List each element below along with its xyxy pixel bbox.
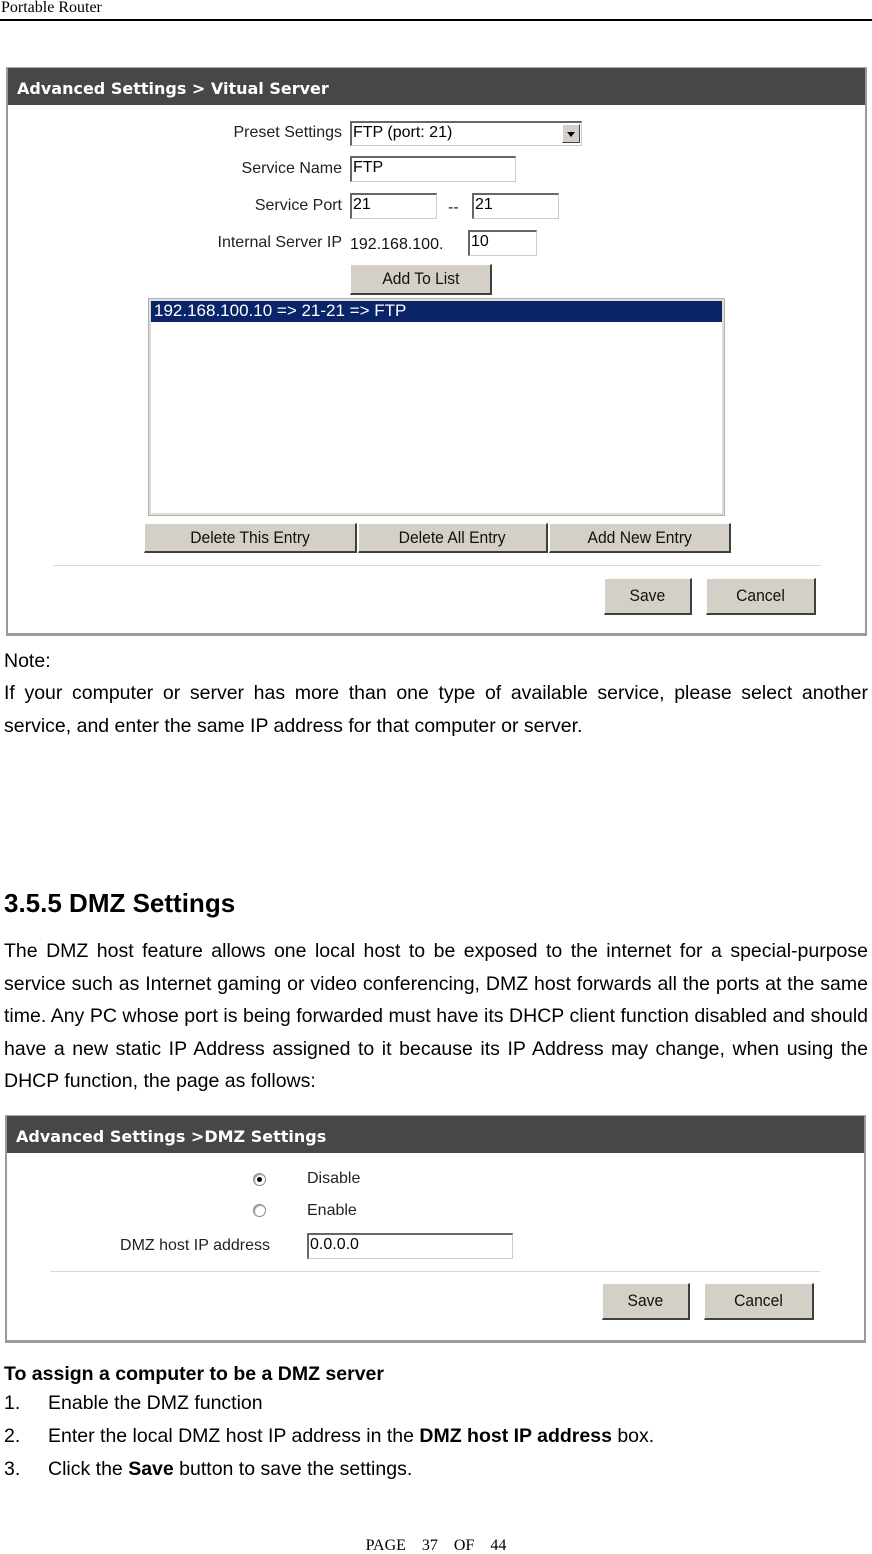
- ip-prefix: 192.168.100.: [350, 236, 444, 253]
- instruction-step: 1. Enable the DMZ function: [4, 1392, 263, 1414]
- internal-server-ip-label: Internal Server IP: [217, 234, 343, 251]
- instructions-title: To assign a computer to be a DMZ server: [4, 1363, 384, 1385]
- delete-this-entry-button[interactable]: Delete This Entry: [144, 523, 357, 553]
- service-port-end-input[interactable]: 21: [472, 193, 559, 219]
- section-paragraph: The DMZ host feature allows one local ho…: [4, 940, 868, 1092]
- page-footer: PAGE 37 OF 44: [365, 1537, 507, 1554]
- service-name-input[interactable]: FTP: [350, 156, 516, 182]
- virtual-server-list[interactable]: 192.168.100.10 => 21-21 => FTP: [148, 298, 725, 516]
- port-range-separator: --: [448, 199, 459, 216]
- preset-settings-value: FTP (port: 21): [353, 124, 453, 141]
- instruction-step: 2. Enter the local DMZ host IP address in…: [4, 1425, 655, 1447]
- disable-label: Disable: [307, 1170, 361, 1187]
- service-port-start-input[interactable]: 21: [350, 193, 437, 219]
- page-header: Portable Router: [0, 0, 872, 21]
- section-heading: 3.5.5 DMZ Settings: [4, 888, 236, 918]
- service-name-label: Service Name: [241, 160, 342, 177]
- dmz-host-ip-input[interactable]: 0.0.0.0: [307, 1233, 513, 1259]
- cancel-button[interactable]: Cancel: [706, 578, 816, 615]
- preset-settings-select[interactable]: FTP (port: 21): [350, 121, 582, 146]
- list-item[interactable]: 192.168.100.10 => 21-21 => FTP: [151, 301, 722, 322]
- delete-all-entry-button[interactable]: Delete All Entry: [358, 523, 548, 553]
- divider: [53, 565, 821, 566]
- dmz-cancel-button[interactable]: Cancel: [704, 1283, 814, 1320]
- dmz-host-ip-label: DMZ host IP address: [120, 1237, 270, 1254]
- virtual-server-panel: Advanced Settings > Vitual Server Preset…: [6, 67, 867, 636]
- note-text: If your computer or server has more than…: [4, 682, 868, 737]
- note-label: Note:: [4, 650, 51, 672]
- add-new-entry-button[interactable]: Add New Entry: [549, 523, 731, 553]
- service-port-label: Service Port: [254, 197, 342, 214]
- virtual-server-panel-title: Advanced Settings > Vitual Server: [8, 68, 865, 105]
- add-to-list-button[interactable]: Add To List: [350, 264, 492, 295]
- enable-radio[interactable]: [253, 1204, 266, 1217]
- instruction-step: 3. Click the Save button to save the sett…: [4, 1458, 413, 1480]
- dmz-settings-panel: Advanced Settings >DMZ Settings Disable …: [5, 1115, 866, 1343]
- enable-label: Enable: [307, 1202, 357, 1219]
- dmz-save-button[interactable]: Save: [602, 1283, 690, 1320]
- chevron-down-icon[interactable]: [562, 124, 580, 143]
- dmz-panel-title: Advanced Settings >DMZ Settings: [7, 1116, 864, 1153]
- preset-settings-label: Preset Settings: [233, 124, 343, 141]
- save-button[interactable]: Save: [604, 578, 692, 615]
- disable-radio[interactable]: [253, 1173, 266, 1186]
- internal-ip-suffix-input[interactable]: 10: [468, 230, 537, 256]
- divider: [50, 1271, 820, 1272]
